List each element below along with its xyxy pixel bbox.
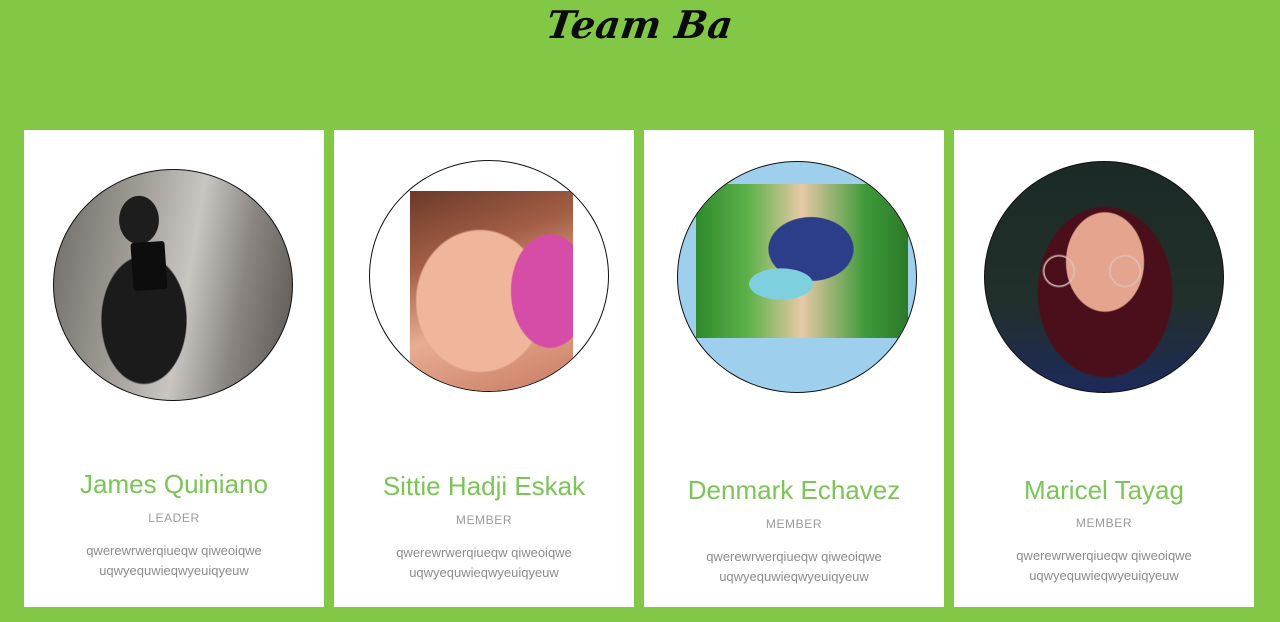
member-description: qwerewrwerqiueqw qiweoiqwe uqwyequwieqwy… xyxy=(396,545,572,580)
member-photo xyxy=(984,161,1224,393)
member-photo-image xyxy=(696,184,908,338)
member-description: qwerewrwerqiueqw qiweoiqwe uqwyequwieqwy… xyxy=(1016,548,1192,583)
member-photo xyxy=(369,160,609,392)
member-description: qwerewrwerqiueqw qiweoiqwe uqwyequwieqwy… xyxy=(706,549,882,584)
member-card-james: James Quiniano LEADER qwerewrwerqiueqw q… xyxy=(24,130,324,607)
member-photo xyxy=(53,169,293,401)
member-role: MEMBER xyxy=(455,513,513,527)
phone-icon xyxy=(130,240,168,292)
member-name: Sittie Hadji Eskak xyxy=(382,471,586,501)
page-title: Team Ba xyxy=(543,2,737,47)
member-photo xyxy=(677,161,917,393)
member-name: Denmark Echavez xyxy=(687,475,901,505)
member-description: qwerewrwerqiueqw qiweoiqwe uqwyequwieqwy… xyxy=(86,543,262,578)
member-card-denmark: Denmark Echavez MEMBER qwerewrwerqiueqw … xyxy=(644,130,944,607)
member-role: MEMBER xyxy=(1075,516,1133,530)
member-name: Maricel Tayag xyxy=(1024,475,1184,505)
glasses-icon xyxy=(1033,254,1151,288)
member-card-maricel: Maricel Tayag MEMBER qwerewrwerqiueqw qi… xyxy=(954,130,1254,607)
member-role: LEADER xyxy=(148,511,200,525)
team-page: Team Ba James Quiniano LEADER qwerewrwer… xyxy=(0,0,1280,622)
member-name: James Quiniano xyxy=(80,469,268,499)
member-card-sittie: Sittie Hadji Eskak MEMBER qwerewrwerqiue… xyxy=(334,130,634,607)
member-photo-image xyxy=(410,191,573,391)
member-role: MEMBER xyxy=(765,517,823,531)
